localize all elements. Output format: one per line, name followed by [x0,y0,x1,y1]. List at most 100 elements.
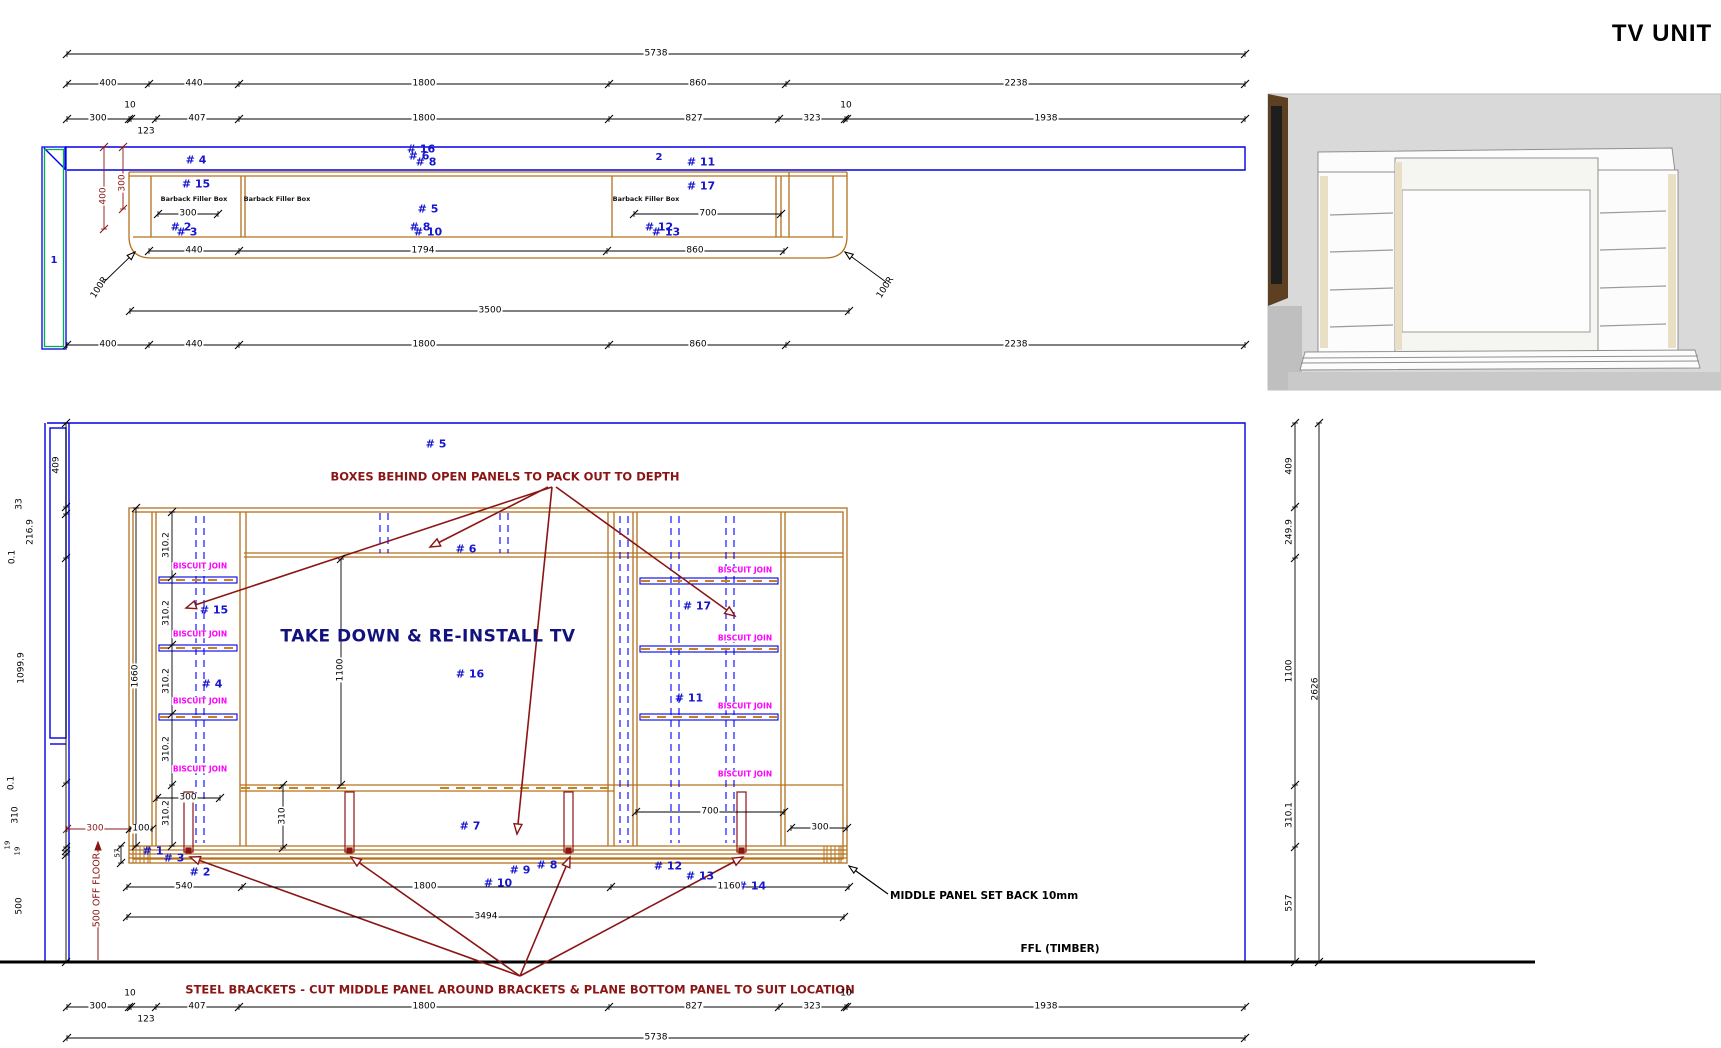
sheet-title: TV UNIT [1612,22,1712,46]
part-number-label: # 4 [186,155,207,166]
off-floor-note: 500 OFF FLOOR [92,853,102,928]
dim-label: 0.1 [8,776,17,790]
dim-label: 500 [16,897,25,914]
dim-label: 1938 [1034,1003,1059,1012]
part-number-label: # 11 [675,693,703,704]
dim-label: 1800 [412,80,437,89]
dim-label: 860 [685,247,704,256]
dim-label: 3494 [474,913,499,922]
biscuit-join-label: BISCUIT JOIN [717,770,773,778]
dim-label: 300 [88,1003,107,1012]
part-number-label: # 11 [687,157,715,168]
part-number-label: # 13 [652,227,680,238]
dim-label: 19 [5,841,12,850]
part-number-label: # 15 [182,179,210,190]
part-number-label: # 16 [456,669,484,680]
part-number-label: # 6 [456,544,477,555]
dim-label: 57 [115,849,122,858]
dim-label: 1100 [337,658,346,683]
part-number-label: # 3 [164,853,185,864]
label-layer: TV UNIT 5738 400 440 1800 860 2238 300 10 123 407… [0,0,1721,1048]
dim-label: 323 [802,1003,821,1012]
biscuit-join-label: BISCUIT JOIN [172,765,228,773]
dim-label: 310 [12,806,21,823]
dim-label: 310 [279,806,288,825]
barback-filler-box-label: Barback Filler Box [244,196,311,203]
dim-label: 557 [1286,894,1295,911]
dim-label: 827 [684,115,703,124]
dim-label: 0.1 [9,550,18,564]
dim-label: 1660 [132,664,141,689]
part-number-label: 1 [51,256,58,266]
part-number-label: # 13 [686,871,714,882]
part-number-label: # 17 [683,601,711,612]
dim-label: 310.1 [1286,802,1295,828]
dim-label: 310.2 [163,667,172,695]
dim-label: 3500 [478,307,503,316]
part-number-label: # 9 [510,865,531,876]
dim-label: 300 [178,794,197,803]
dim-label: 5738 [644,1034,669,1043]
biscuit-join-label: BISCUIT JOIN [717,566,773,574]
tv-instruction-note: TAKE DOWN & RE-INSTALL TV [280,629,575,646]
dim-label: 100 [131,825,150,834]
dim-label: 1800 [413,883,438,892]
part-number-label: # 4 [202,679,223,690]
part-number-label: # 5 [426,439,447,450]
dim-label: 440 [184,247,203,256]
dim-label: 310.2 [163,531,172,559]
biscuit-join-label: BISCUIT JOIN [717,634,773,642]
dim-label: 10 [124,990,135,999]
dim-label: 10 [124,102,135,111]
dim-label: 827 [684,1003,703,1012]
dim-label: 2626 [1312,678,1321,701]
dim-label: 300 [178,210,197,219]
dim-label: 300 [810,824,829,833]
dim-label: 440 [184,341,203,350]
dim-label-red: 300 [85,825,104,834]
dim-label: 310.2 [163,799,172,827]
biscuit-join-label: BISCUIT JOIN [717,702,773,710]
dim-label-red: 400 [100,186,109,205]
dim-label: 10 [840,990,851,999]
dim-label: 860 [688,341,707,350]
annotation-note: BOXES BEHIND OPEN PANELS TO PACK OUT TO … [330,471,679,483]
part-number-label: # 17 [687,181,715,192]
dim-label: 323 [802,115,821,124]
dim-label: 700 [700,808,719,817]
dim-label: 540 [174,883,193,892]
dim-label: 2238 [1004,341,1029,350]
part-number-label: # 8 [537,860,558,871]
dim-label: 100R [876,276,896,301]
dim-label: 1800 [412,341,437,350]
dim-label: 123 [137,128,154,137]
part-number-label: # 3 [177,227,198,238]
dim-label: 1938 [1034,115,1059,124]
biscuit-join-label: BISCUIT JOIN [172,630,228,638]
dim-label: 860 [688,80,707,89]
part-number-label: 2 [656,153,663,163]
dim-label: 400 [98,341,117,350]
dim-label: 1800 [412,115,437,124]
callout-label: MIDDLE PANEL SET BACK 10mm [890,891,1078,902]
dim-label: 407 [187,115,206,124]
dim-label: 2238 [1004,80,1029,89]
part-number-label: # 10 [484,878,512,889]
dim-label: 700 [698,210,717,219]
biscuit-join-label: BISCUIT JOIN [172,562,228,570]
part-number-label: # 7 [460,821,481,832]
dim-label: 407 [187,1003,206,1012]
dim-label: 1160 [717,883,742,892]
part-number-label: # 15 [200,605,228,616]
part-number-label: # 1 [143,846,164,857]
dim-label: 249.9 [1286,519,1295,545]
dim-label: 310.2 [163,599,172,627]
dim-label: 123 [137,1016,154,1025]
dim-label: 310.2 [163,735,172,763]
dim-label: 1099.9 [18,652,27,684]
part-number-label: # 10 [414,227,442,238]
barback-filler-box-label: Barback Filler Box [613,196,680,203]
dim-label: 300 [88,115,107,124]
dim-label: 10 [840,102,851,111]
dim-label: 409 [53,456,62,473]
